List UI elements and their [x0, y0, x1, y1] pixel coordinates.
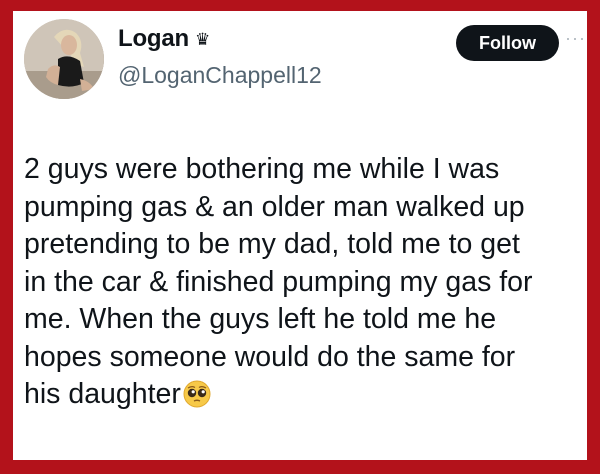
- tweet-last-line: his daughter: [24, 376, 579, 414]
- more-options-icon[interactable]: ···: [565, 29, 585, 47]
- pleading-face-emoji-icon: [183, 380, 211, 408]
- tweet-line: his daughter: [24, 378, 181, 410]
- tweet-line: pretending to be my dad, told me to get: [24, 228, 520, 260]
- tweet-line: hopes someone would do the same for: [24, 340, 516, 373]
- author-name-row: Logan ♛: [118, 25, 210, 53]
- tweet-line: 2 guys were bothering me while I was: [24, 153, 500, 185]
- follow-button[interactable]: Follow: [456, 25, 559, 61]
- tweet-text: 2 guys were bothering me while I was pum…: [24, 151, 579, 414]
- author-display-name[interactable]: Logan: [118, 25, 189, 53]
- author-avatar[interactable]: [24, 19, 104, 99]
- avatar-photo-icon: [24, 19, 104, 99]
- crown-icon: ♛: [195, 29, 211, 49]
- tweet-line: me. When the guys left he told me he: [24, 303, 497, 335]
- tweet-line: pumping gas & an older man walked up: [24, 190, 525, 223]
- author-handle[interactable]: @LoganChappell12: [118, 62, 322, 89]
- tweet-line: in the car & finished pumping my gas for: [24, 265, 533, 298]
- tweet-card: Logan ♛ @LoganChappell12 Follow ··· 2 gu…: [13, 11, 587, 460]
